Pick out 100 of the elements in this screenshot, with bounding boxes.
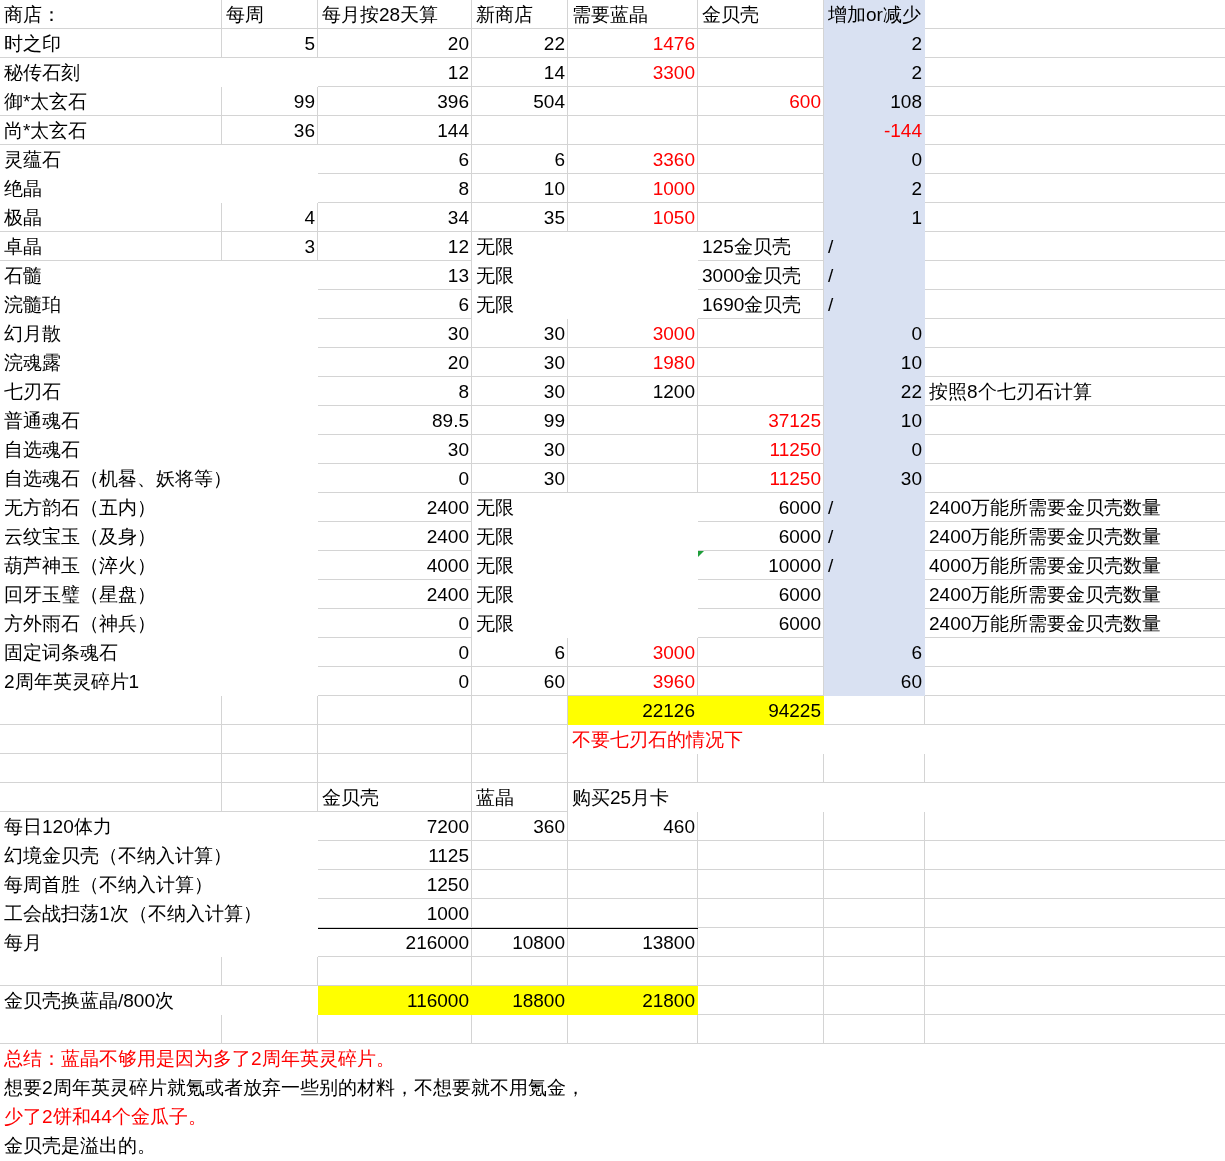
table-cell: 22126	[568, 696, 698, 725]
table-cell: 不要七刃石的情况下	[568, 725, 1225, 754]
table-cell-text: 11250	[768, 467, 822, 491]
table-cell-text: 0	[457, 641, 470, 665]
table-cell-text: 30	[446, 438, 470, 462]
table-cell: 无限	[472, 261, 698, 290]
table-cell: 10800	[472, 928, 568, 957]
table-cell: /	[824, 232, 925, 261]
table-cell-text: 14	[542, 61, 566, 85]
table-cell-text: 极晶	[3, 206, 43, 230]
table-cell-text: 30	[446, 322, 470, 346]
table-cell: 每日120体力	[0, 812, 318, 841]
table-cell-text: 商店：	[3, 3, 62, 27]
table-cell-text: 2400万能所需要金贝壳数量	[928, 612, 1163, 636]
table-cell-text: 2400	[425, 496, 470, 520]
table-cell: 无限	[472, 290, 698, 319]
table-cell-text: 3000	[651, 322, 696, 346]
table-cell-text: 460	[662, 815, 696, 839]
table-cell: 60	[824, 667, 925, 696]
table-cell: /	[824, 290, 925, 319]
table-cell: 0	[824, 145, 925, 174]
table-cell-text: 99	[292, 90, 316, 114]
table-cell: 总结：蓝晶不够用是因为多了2周年英灵碎片。	[0, 1044, 1225, 1073]
table-cell: 幻境金贝壳（不纳入计算）	[0, 841, 318, 870]
table-cell-text: 3360	[651, 148, 696, 172]
table-cell-text: 3960	[651, 670, 696, 694]
table-cell-text: 时之印	[3, 32, 62, 56]
table-cell: 方外雨石（神兵）	[0, 609, 318, 638]
table-cell-text: 360	[532, 815, 566, 839]
table-cell-text: 4	[303, 206, 316, 230]
table-cell-text: 6	[457, 148, 470, 172]
table-cell: 葫芦神玉（淬火）	[0, 551, 318, 580]
table-cell: 无限	[472, 232, 698, 261]
table-cell: 增加or减少	[824, 0, 925, 29]
table-cell-text: 36	[292, 119, 316, 143]
table-cell-text: 2400万能所需要金贝壳数量	[928, 496, 1163, 520]
table-cell: 工会战扫荡1次（不纳入计算）	[0, 899, 318, 928]
table-cell: 回牙玉璧（星盘）	[0, 580, 318, 609]
table-cell-text: 600	[788, 90, 822, 114]
table-cell: 6	[824, 638, 925, 667]
table-cell-text: 金贝壳	[701, 3, 760, 27]
table-cell-text: 1000	[425, 902, 470, 926]
table-cell-text: 御*太玄石	[3, 90, 89, 114]
table-cell-text: 35	[542, 206, 566, 230]
table-cell-text: 1690金贝壳	[701, 293, 803, 317]
table-cell-text: 30	[542, 380, 566, 404]
table-cell-text: 6	[553, 148, 566, 172]
table-cell: 无方韵石（五内）	[0, 493, 318, 522]
table-cell-text: 11250	[768, 438, 822, 462]
table-cell-text: 1125	[427, 844, 470, 868]
table-cell: 无限	[472, 609, 698, 638]
table-cell-text: 3300	[651, 61, 696, 85]
table-cell-text: 60	[542, 670, 566, 694]
table-cell-text: 8	[457, 380, 470, 404]
table-cell-text: 6000	[777, 496, 822, 520]
table-cell: 2	[824, 29, 925, 58]
table-cell: 自选魂石（机晷、妖将等）	[0, 464, 318, 493]
table-cell: 0	[824, 319, 925, 348]
table-cell-text: 2400万能所需要金贝壳数量	[928, 583, 1163, 607]
table-cell-text: 1200	[651, 380, 696, 404]
table-cell-text: 卓晶	[3, 235, 43, 259]
table-cell-text: 1250	[425, 873, 470, 897]
table-cell: 2	[824, 174, 925, 203]
table-cell: 10	[824, 406, 925, 435]
table-cell: 金贝壳是溢出的。	[0, 1131, 1225, 1160]
table-cell-text: 20	[446, 32, 470, 56]
table-cell-text: 30	[542, 322, 566, 346]
table-cell: 1	[824, 203, 925, 232]
table-cell: 21800	[568, 986, 698, 1015]
table-cell-text: 5	[303, 32, 316, 56]
table-cell: 108	[824, 87, 925, 116]
table-cell-text: 新商店	[475, 3, 534, 27]
table-cell-text: 4000	[425, 554, 470, 578]
table-cell: 2	[824, 58, 925, 87]
table-cell-text: 3	[303, 235, 316, 259]
table-cell: /	[824, 493, 925, 522]
table-cell-text: 2400	[425, 525, 470, 549]
table-cell-text: 12	[446, 61, 470, 85]
table-cell-text: 30	[542, 351, 566, 375]
table-cell: 少了2饼和44个金瓜子。	[0, 1102, 1225, 1131]
table-cell-text: 99	[542, 409, 566, 433]
table-cell: 无限	[472, 522, 698, 551]
table-cell: 0	[824, 435, 925, 464]
table-cell: 云纹宝玉（及身）	[0, 522, 318, 551]
table-cell: 浣髓珀	[0, 290, 318, 319]
table-cell-text: 13	[446, 264, 470, 288]
table-cell-text: 0	[457, 612, 470, 636]
table-cell: 浣魂露	[0, 348, 318, 377]
table-cell: 灵蕴石	[0, 145, 318, 174]
table-cell-text: 125金贝壳	[701, 235, 792, 259]
table-cell: 22	[824, 377, 925, 406]
table-cell: 金贝壳换蓝晶/800次	[0, 986, 318, 1015]
table-cell-text: 144	[436, 119, 470, 143]
table-cell-text: 0	[457, 670, 470, 694]
table-cell: 绝晶	[0, 174, 318, 203]
table-cell: /	[824, 551, 925, 580]
table-cell: 固定词条魂石	[0, 638, 318, 667]
table-cell: 无限	[472, 551, 698, 580]
table-cell: 116000	[318, 986, 472, 1015]
table-cell: 秘传石刻	[0, 58, 318, 87]
